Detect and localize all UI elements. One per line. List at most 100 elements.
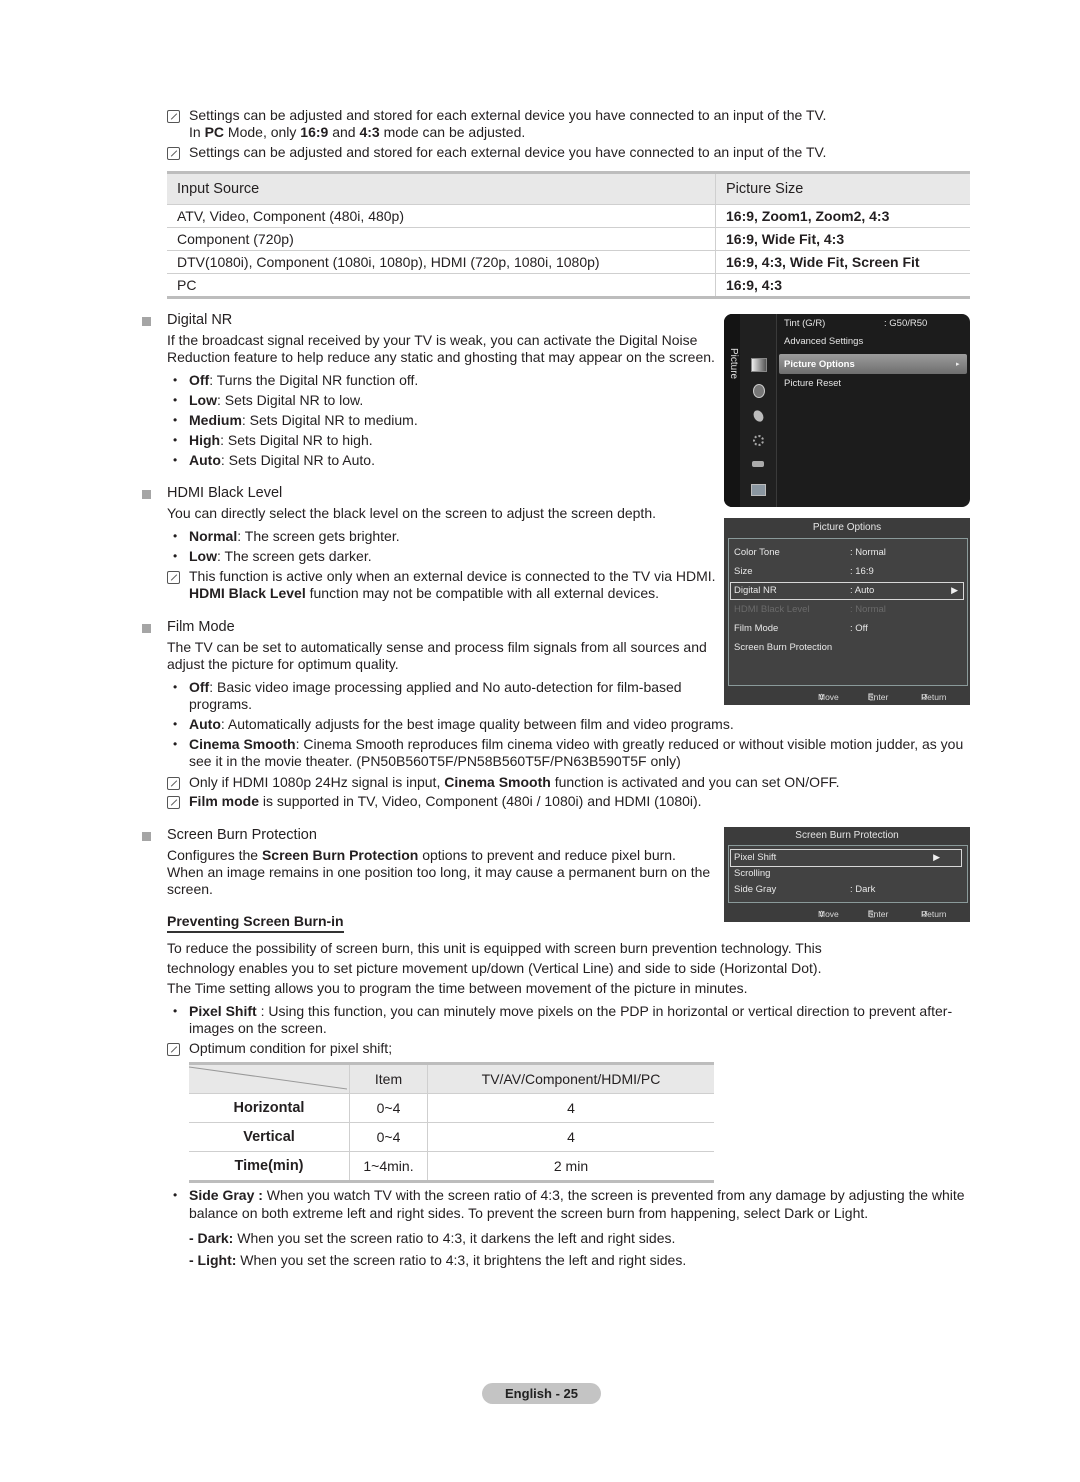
panel-title: Picture Options (812, 522, 882, 533)
film-mode-desc: The TV can be set to automatically sense… (167, 639, 707, 655)
cell-picture-size: 16:9, Wide Fit, 4:3 (715, 227, 970, 251)
bullet-item: Pixel Shift : Using this function, you c… (189, 1003, 953, 1019)
pixel-shift-note: Optimum condition for pixel shift; (189, 1040, 393, 1056)
bullet-dot: • (173, 529, 178, 543)
cell-range: 0~4 (349, 1122, 428, 1152)
hdmi-black-note: HDMI Black Level function may not be com… (189, 585, 660, 601)
sound-icon[interactable] (753, 384, 765, 398)
table-row: DTV(1080i), Component (1080i, 1080p), HD… (167, 250, 970, 274)
menu-footer: ⇕ Move ⎘ Enter ↺ Return (818, 692, 947, 702)
chevron-right-icon: ▸ (956, 361, 960, 368)
header-corner-cell (189, 1063, 350, 1094)
cell-range: 0~4 (349, 1093, 428, 1123)
bullet-item: Off: Turns the Digital NR function off. (189, 372, 419, 388)
note-icon (167, 571, 180, 584)
bullet-item-cont: images on the screen. (189, 1020, 327, 1036)
bullet-item: Medium: Sets Digital NR to medium. (189, 412, 418, 428)
section-square-icon (142, 832, 151, 841)
bullet-item: Low: Sets Digital NR to low. (189, 392, 364, 408)
menu-item-pixel-shift[interactable]: Pixel Shift (734, 852, 776, 863)
table-row: ATV, Video, Component (480i, 480p) 16:9, … (167, 204, 970, 228)
diagonal-divider (189, 1066, 347, 1090)
menu-item-advanced-settings[interactable]: Advanced Settings (784, 336, 863, 347)
menu-item-picture-options[interactable]: Picture Options (784, 359, 855, 370)
bullet-dot: • (173, 737, 178, 751)
note-icon (167, 796, 180, 809)
bullet-item: Auto: Automatically adjusts for the best… (189, 716, 734, 732)
cell-picture-size: 16:9, 4:3 (715, 273, 970, 298)
bullet-dot: • (173, 1004, 178, 1018)
bullet-item: High: Sets Digital NR to high. (189, 432, 373, 448)
side-gray-light: - Light: When you set the screen ratio t… (189, 1252, 687, 1268)
table-header-row: Input Source Picture Size (167, 172, 970, 205)
menu-item-screen-burn-protection[interactable]: Screen Burn Protection (734, 642, 832, 653)
note-icon (167, 1043, 180, 1056)
screen-burn-desc: Configures the Screen Burn Protection op… (167, 847, 676, 863)
application-icon[interactable] (751, 484, 766, 496)
subheading-preventing-burn-in: Preventing Screen Burn-in (167, 913, 344, 933)
row-label: Vertical (189, 1122, 350, 1152)
menu-item-tint[interactable]: Tint (G/R): G50/R50 (784, 318, 927, 329)
input-icon[interactable] (752, 461, 764, 467)
cell-input-source: PC (177, 277, 197, 293)
hdmi-black-note: This function is active only when an ext… (189, 568, 716, 584)
cell-input-source: DTV(1080i), Component (1080i, 1080p), HD… (167, 250, 716, 274)
film-mode-desc: adjust the picture for optimum quality. (167, 656, 399, 672)
film-mode-note: Only if HDMI 1080p 24Hz signal is input,… (189, 774, 840, 790)
setup-icon[interactable] (753, 435, 764, 446)
cell-optimum: 2 min (427, 1151, 714, 1182)
note-text-pc-mode: In PC Mode, only 16:9 and 4:3 mode can b… (189, 124, 526, 140)
table-row: Time(min) 1~4min. 2 min (189, 1151, 714, 1182)
menu-rail (724, 314, 740, 507)
bullet-item: Cinema Smooth: Cinema Smooth reproduces … (189, 736, 964, 752)
menu-item-scrolling[interactable]: Scrolling (734, 868, 770, 879)
digital-nr-desc: If the broadcast signal received by your… (167, 332, 698, 348)
section-title-screen-burn: Screen Burn Protection (167, 827, 317, 843)
hdmi-black-desc: You can directly select the black level … (167, 505, 657, 521)
menu-item-hdmi-black-level: HDMI Black Level: Normal (734, 604, 886, 615)
header-sources: TV/AV/Component/HDMI/PC (427, 1063, 714, 1094)
pixel-shift-table: Item TV/AV/Component/HDMI/PC Horizontal 0… (189, 1062, 714, 1183)
menu-item-color-tone[interactable]: Color Tone: Normal (734, 547, 886, 558)
bullet-dot: • (173, 413, 178, 427)
picture-size-table: Input Source Picture Size ATV, Video, Co… (167, 171, 970, 299)
digital-nr-desc: Reduction feature to help reduce any sta… (167, 349, 715, 365)
bullet-dot: • (173, 453, 178, 467)
bullet-dot: • (173, 717, 178, 731)
menu-rail-label: Picture (728, 348, 739, 380)
bullet-dot: • (173, 549, 178, 563)
play-arrow-icon: ▶ (951, 585, 958, 595)
section-title-hdmi-black-level: HDMI Black Level (167, 485, 283, 501)
table-row: PC 16:9, 4:3 (167, 273, 970, 298)
menu-item-picture-reset[interactable]: Picture Reset (784, 378, 841, 389)
note-text: Settings can be adjusted and stored for … (189, 144, 827, 160)
cell-range: 1~4min. (349, 1151, 428, 1182)
note-icon (167, 147, 180, 160)
table-row: Vertical 0~4 4 (189, 1122, 714, 1152)
bullet-item: Off: Basic video image processing applie… (189, 679, 682, 695)
menu-item-size[interactable]: Size: 16:9 (734, 566, 874, 577)
picture-icon[interactable] (751, 358, 767, 372)
cell-picture-size: 16:9, Zoom1, Zoom2, 4:3 (715, 204, 970, 228)
header-picture-size: Picture Size (715, 172, 970, 205)
section-title-digital-nr: Digital NR (167, 312, 233, 328)
film-mode-note: Film mode is supported in TV, Video, Com… (189, 793, 702, 809)
section-square-icon (142, 317, 151, 326)
bullet-item: Low: The screen gets darker. (189, 548, 372, 564)
tv-menu-screen-burn: Screen Burn Protection Pixel Shift ▶ Scr… (724, 827, 970, 922)
note-text: Settings can be adjusted and stored for … (189, 107, 827, 123)
menu-item-digital-nr[interactable]: Digital NR: Auto (734, 585, 874, 596)
table-header-row: Item TV/AV/Component/HDMI/PC (189, 1063, 714, 1094)
note-icon (167, 777, 180, 790)
menu-item-film-mode[interactable]: Film Mode: Off (734, 623, 868, 634)
note-icon (167, 110, 180, 123)
menu-item-side-gray[interactable]: Side Gray: Dark (734, 884, 875, 895)
burn-paragraph: To reduce the possibility of screen burn… (167, 940, 822, 956)
bullet-dot: • (173, 393, 178, 407)
cell-optimum: 4 (427, 1122, 714, 1152)
section-title-film-mode: Film Mode (167, 619, 235, 635)
header-item: Item (349, 1063, 428, 1094)
cell-picture-size: 16:9, 4:3, Wide Fit, Screen Fit (715, 250, 970, 274)
tv-menu-picture-options: Picture Options Color Tone: Normal Size:… (724, 518, 970, 705)
play-arrow-icon: ▶ (933, 852, 940, 862)
